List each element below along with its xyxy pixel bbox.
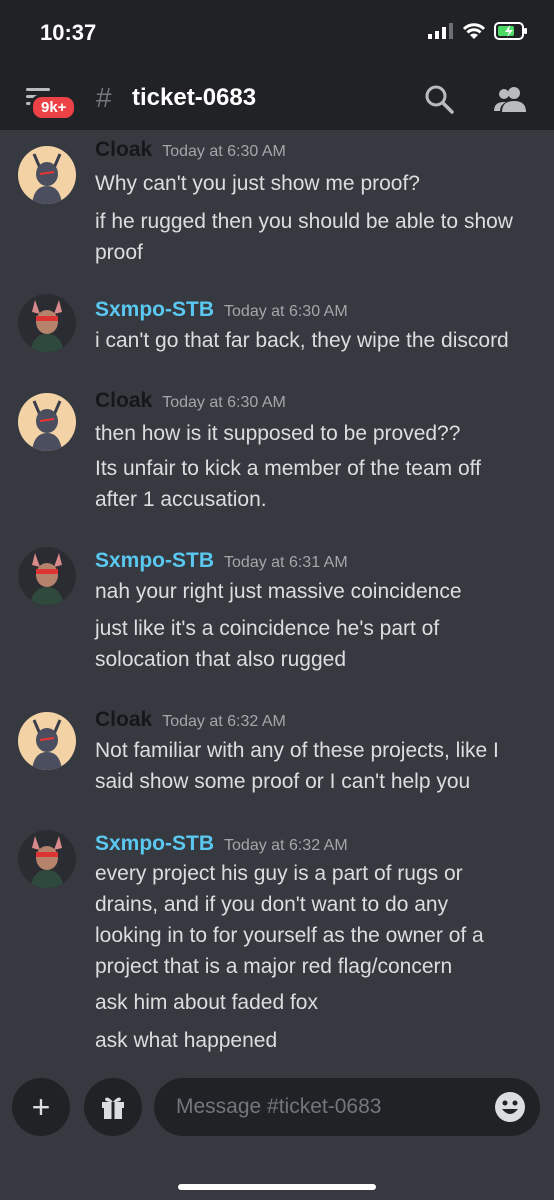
search-icon[interactable] — [424, 84, 454, 114]
message-text: Its unfair to kick a member of the team … — [95, 457, 481, 480]
message-header: Sxmpo-STB Today at 6:32 AM — [95, 832, 348, 856]
status-time: 10:37 — [40, 20, 97, 45]
author-name[interactable]: Cloak — [95, 138, 152, 161]
message-header: Cloak Today at 6:32 AM — [95, 708, 286, 732]
message-text: Not familiar with any of these projects,… — [95, 739, 499, 762]
add-attachment-button[interactable]: + — [12, 1078, 70, 1136]
message-header: Cloak Today at 6:30 AM — [95, 138, 286, 162]
message-input-placeholder: Message #ticket-0683 — [176, 1095, 382, 1118]
avatar[interactable] — [18, 547, 76, 605]
message-text: proof — [95, 241, 143, 264]
timestamp: Today at 6:30 AM — [224, 303, 348, 320]
timestamp: Today at 6:31 AM — [224, 554, 348, 571]
plus-icon: + — [31, 1088, 51, 1125]
notification-badge: 9k+ — [30, 94, 78, 121]
message-input[interactable]: Message #ticket-0683 — [154, 1078, 540, 1136]
message-text: just like it's a coincidence he's part o… — [95, 617, 440, 640]
author-name[interactable]: Sxmpo-STB — [95, 298, 214, 321]
wifi-icon — [462, 23, 486, 39]
author-name[interactable]: Cloak — [95, 708, 152, 731]
gift-icon — [102, 1097, 124, 1119]
message-text: solocation that also rugged — [95, 648, 347, 671]
message-text: ask him about faded fox — [95, 991, 318, 1014]
channel-header: 9k+ # ticket-0683 — [0, 66, 554, 130]
message-header: Sxmpo-STB Today at 6:30 AM — [95, 298, 348, 322]
author-name[interactable]: Cloak — [95, 389, 152, 412]
author-name[interactable]: Sxmpo-STB — [95, 832, 214, 855]
message-text: i can't go that far back, they wipe the … — [95, 329, 509, 352]
status-icons — [428, 22, 528, 40]
avatar[interactable] — [18, 146, 76, 204]
message-text: ask what happened — [95, 1029, 278, 1052]
message-text: drains, and if you don't want to do any — [95, 893, 449, 916]
message-list[interactable]: Cloak Today at 6:30 AM Why can't you just… — [0, 130, 554, 1064]
cellular-signal-icon — [428, 23, 453, 39]
timestamp: Today at 6:30 AM — [162, 143, 286, 160]
timestamp: Today at 6:32 AM — [162, 713, 286, 730]
message-text: said show some proof or I can't help you — [95, 770, 471, 793]
author-name[interactable]: Sxmpo-STB — [95, 549, 214, 572]
message-text: if he rugged then you should be able to … — [95, 210, 513, 233]
status-bar: 10:37 — [0, 0, 554, 66]
message-text: then how is it supposed to be proved?? — [95, 422, 461, 445]
message-composer: + Message #ticket-0683 — [0, 1064, 554, 1200]
message-text: every project his guy is a part of rugs … — [95, 862, 463, 885]
avatar[interactable] — [18, 393, 76, 451]
timestamp: Today at 6:32 AM — [224, 837, 348, 854]
home-indicator — [178, 1184, 376, 1190]
message-text: Why can't you just show me proof? — [95, 172, 420, 195]
message-header: Cloak Today at 6:30 AM — [95, 389, 286, 413]
message-text: nah your right just massive coincidence — [95, 580, 462, 603]
avatar[interactable] — [18, 294, 76, 352]
message-header: Sxmpo-STB Today at 6:31 AM — [95, 549, 348, 573]
channel-title: ticket-0683 — [132, 84, 257, 111]
message-text: after 1 accusation. — [95, 488, 267, 511]
message-text: project that is a major red flag/concern — [95, 955, 453, 978]
avatar[interactable] — [18, 830, 76, 888]
private-channel-icon: # — [96, 82, 112, 113]
emoji-icon[interactable] — [494, 1091, 526, 1123]
message-text: looking in to for yourself as the owner … — [95, 924, 484, 947]
avatar[interactable] — [18, 712, 76, 770]
gift-button[interactable] — [84, 1078, 142, 1136]
members-icon[interactable] — [492, 84, 528, 114]
battery-charging-icon — [494, 22, 527, 40]
timestamp: Today at 6:30 AM — [162, 394, 286, 411]
